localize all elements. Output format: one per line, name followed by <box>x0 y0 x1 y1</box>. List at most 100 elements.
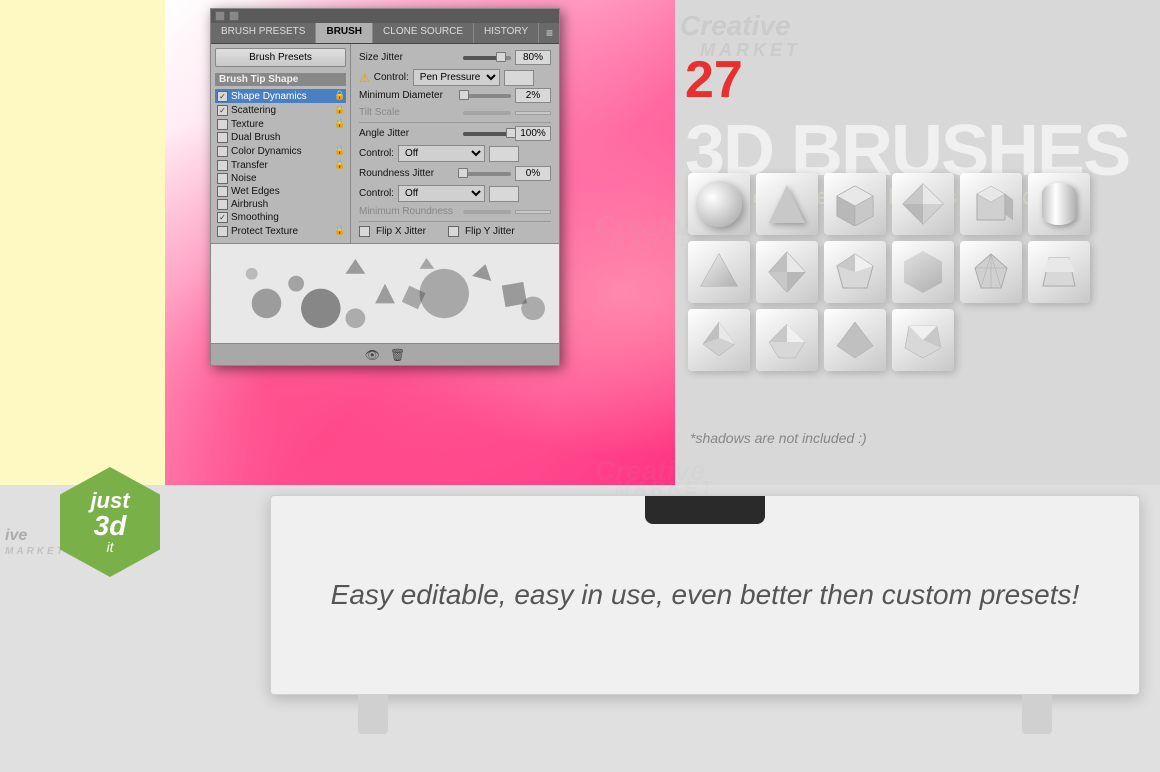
lock-scattering: 🔒 <box>334 104 344 116</box>
control-dropdown-3[interactable]: Off Pen Pressure <box>398 185 485 202</box>
checkbox-scattering[interactable] <box>217 105 228 116</box>
tab-brush[interactable]: BRUSH <box>316 23 373 43</box>
checkbox-color-dynamics[interactable] <box>217 146 228 157</box>
drawer-section: Easy editable, easy in use, even better … <box>270 495 1140 695</box>
lock-texture: 🔒 <box>334 118 344 130</box>
label-transfer: Transfer <box>231 160 331 171</box>
min-roundness-row: Minimum Roundness <box>359 206 551 217</box>
roundness-jitter-slider[interactable] <box>463 172 511 176</box>
checkbox-shape-dynamics[interactable] <box>217 91 228 102</box>
checkbox-flip-y[interactable] <box>448 226 459 237</box>
option-shape-dynamics[interactable]: Shape Dynamics 🔒 <box>215 89 346 103</box>
checkbox-flip-x[interactable] <box>359 226 370 237</box>
checkbox-wet-edges[interactable] <box>217 186 228 197</box>
checkbox-dual-brush[interactable] <box>217 132 228 143</box>
drawer-legs <box>358 694 1052 734</box>
label-texture: Texture <box>231 119 331 130</box>
brush-preview-canvas <box>221 254 549 333</box>
shapes-grid <box>680 165 1150 379</box>
drawer-handle <box>645 496 765 524</box>
roundness-jitter-value: 0% <box>515 166 551 181</box>
divider-1 <box>359 122 551 123</box>
tilt-scale-row: Tilt Scale <box>359 107 551 118</box>
shape-sphere <box>688 173 750 235</box>
shape-low-poly-4 <box>892 309 954 371</box>
min-roundness-label: Minimum Roundness <box>359 206 459 217</box>
label-shape-dynamics: Shape Dynamics <box>231 91 331 102</box>
tab-brush-presets[interactable]: BRUSH PRESETS <box>211 23 316 43</box>
option-color-dynamics[interactable]: Color Dynamics 🔒 <box>215 144 346 158</box>
option-protect-texture[interactable]: Protect Texture 🔒 <box>215 224 346 238</box>
warning-icon: ⚠ <box>359 71 370 85</box>
option-dual-brush[interactable]: Dual Brush <box>215 131 346 144</box>
checkbox-noise[interactable] <box>217 173 228 184</box>
shape-prism <box>688 241 750 303</box>
shape-icosahedron <box>960 241 1022 303</box>
badge-just3d: just 3d it <box>60 467 160 577</box>
panel-body: Brush Presets Brush Tip Shape Shape Dyna… <box>211 44 559 243</box>
label-wet-edges: Wet Edges <box>231 186 344 197</box>
tilt-scale-label: Tilt Scale <box>359 107 459 118</box>
option-smoothing[interactable]: Smoothing <box>215 211 346 224</box>
tab-menu-icon[interactable]: ≡ <box>540 23 559 43</box>
option-airbrush[interactable]: Airbrush <box>215 198 346 211</box>
tab-history[interactable]: HISTORY <box>474 23 539 43</box>
angle-jitter-label: Angle Jitter <box>359 128 459 139</box>
bottom-icon-trash[interactable]: 🗑 <box>390 348 405 362</box>
drawer-leg-left <box>358 694 388 734</box>
shape-low-poly-3 <box>824 309 886 371</box>
roundness-jitter-label: Roundness Jitter <box>359 168 459 179</box>
panel-tabs: BRUSH PRESETS BRUSH CLONE SOURCE HISTORY… <box>211 23 559 44</box>
close-button[interactable] <box>215 11 225 21</box>
size-jitter-label: Size Jitter <box>359 52 459 63</box>
minimize-button[interactable] <box>229 11 239 21</box>
option-noise[interactable]: Noise <box>215 172 346 185</box>
control-row-3: Control: Off Pen Pressure <box>359 185 551 202</box>
panel-bottom-bar: 👁 🗑 <box>211 343 559 365</box>
shape-trapezohedron <box>1028 241 1090 303</box>
checkbox-smoothing[interactable] <box>217 212 228 223</box>
min-diameter-label: Minimum Diameter <box>359 90 459 101</box>
control-dropdown-1[interactable]: Pen Pressure Off Fade Pen Tilt Stylus Wh… <box>413 69 500 86</box>
checkbox-transfer[interactable] <box>217 160 228 171</box>
size-jitter-slider[interactable] <box>463 56 511 60</box>
bottom-icon-eye[interactable]: 👁 <box>365 348 380 362</box>
tab-clone-source[interactable]: CLONE SOURCE <box>373 23 474 43</box>
control-dropdown-2[interactable]: Off Pen Pressure Pen Tilt <box>398 145 485 162</box>
badge-just-text: just <box>90 490 129 512</box>
brush-tip-shape-title: Brush Tip Shape <box>215 73 346 86</box>
warning-control-row: ⚠ Control: Pen Pressure Off Fade Pen Til… <box>359 69 551 86</box>
checkbox-airbrush[interactable] <box>217 199 228 210</box>
brush-presets-button[interactable]: Brush Presets <box>215 48 346 67</box>
shape-cylinder <box>1028 173 1090 235</box>
angle-jitter-slider[interactable] <box>463 132 511 136</box>
drawer-leg-right <box>1022 694 1052 734</box>
angle-jitter-row: Angle Jitter 100% <box>359 126 551 141</box>
badge-it-text: it <box>107 540 114 554</box>
label-scattering: Scattering <box>231 105 331 116</box>
shape-cone <box>756 173 818 235</box>
size-jitter-value: 80% <box>515 50 551 65</box>
option-texture[interactable]: Texture 🔒 <box>215 117 346 131</box>
option-wet-edges[interactable]: Wet Edges <box>215 185 346 198</box>
control-label-3: Control: <box>359 188 394 199</box>
flip-x-label: Flip X Jitter <box>376 226 426 237</box>
min-diameter-value: 2% <box>515 88 551 103</box>
label-protect-texture: Protect Texture <box>231 226 331 237</box>
control-row-2: Control: Off Pen Pressure Pen Tilt <box>359 145 551 162</box>
brushes-number: 27 <box>685 50 743 110</box>
tilt-scale-value <box>515 111 551 115</box>
option-transfer[interactable]: Transfer 🔒 <box>215 158 346 172</box>
divider-2 <box>359 221 551 222</box>
shape-low-poly-2 <box>756 309 818 371</box>
control-extra-box-3 <box>489 186 519 202</box>
min-diameter-slider[interactable] <box>463 94 511 98</box>
badge-3d-text: 3d <box>94 512 127 540</box>
lock-color-dynamics: 🔒 <box>334 145 344 157</box>
brush-preview-area <box>211 243 559 343</box>
checkbox-texture[interactable] <box>217 119 228 130</box>
min-roundness-value <box>515 210 551 214</box>
option-scattering[interactable]: Scattering 🔒 <box>215 103 346 117</box>
shadows-note: *shadows are not included :) <box>690 430 867 446</box>
checkbox-protect-texture[interactable] <box>217 226 228 237</box>
